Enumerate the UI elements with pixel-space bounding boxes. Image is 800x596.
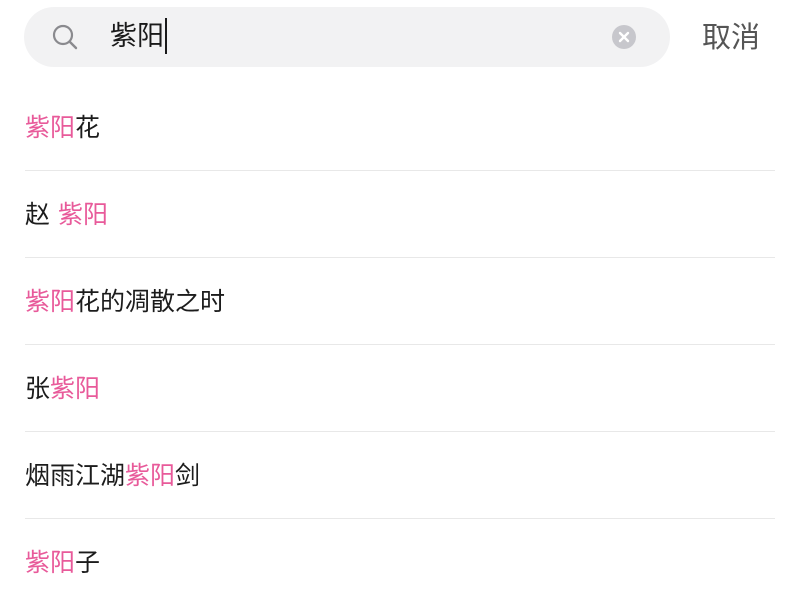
suggestion-match: 紫阳	[25, 548, 76, 577]
suggestion-match: 紫阳	[50, 374, 101, 403]
suggestion-item[interactable]: 紫阳花	[25, 84, 775, 171]
suggestion-item[interactable]: 张紫阳	[25, 345, 775, 432]
suggestion-prefix: 烟雨江湖	[25, 461, 126, 490]
clear-icon[interactable]	[612, 25, 636, 49]
search-input[interactable]: 紫阳	[110, 17, 167, 57]
suggestion-match: 紫阳	[25, 287, 76, 316]
search-query: 紫阳	[110, 21, 164, 52]
suggestion-match: 紫阳	[25, 113, 76, 142]
text-caret	[165, 17, 167, 54]
suggestion-item[interactable]: 烟雨江湖紫阳剑	[25, 432, 775, 519]
suggestion-prefix: 张	[25, 374, 51, 403]
suggestion-item[interactable]: 赵 紫阳	[25, 171, 775, 258]
suggestion-match: 紫阳	[125, 461, 176, 490]
suggestion-item[interactable]: 紫阳子	[25, 519, 775, 596]
search-icon	[52, 24, 78, 50]
search-screen: 紫阳 取消 紫阳花 赵 紫阳 紫阳花的凋散之时 张紫阳 烟雨江湖紫阳剑 紫阳子	[0, 0, 800, 596]
suggestion-suffix: 子	[75, 548, 101, 577]
suggestion-prefix: 赵	[25, 200, 58, 229]
suggestion-match: 紫阳	[57, 200, 108, 229]
suggestion-item[interactable]: 紫阳花的凋散之时	[25, 258, 775, 345]
suggestion-list: 紫阳花 赵 紫阳 紫阳花的凋散之时 张紫阳 烟雨江湖紫阳剑 紫阳子	[25, 84, 775, 596]
suggestion-suffix: 花的凋散之时	[75, 287, 226, 316]
suggestion-suffix: 剑	[175, 461, 201, 490]
cancel-button[interactable]: 取消	[702, 17, 760, 57]
suggestion-suffix: 花	[75, 113, 101, 142]
